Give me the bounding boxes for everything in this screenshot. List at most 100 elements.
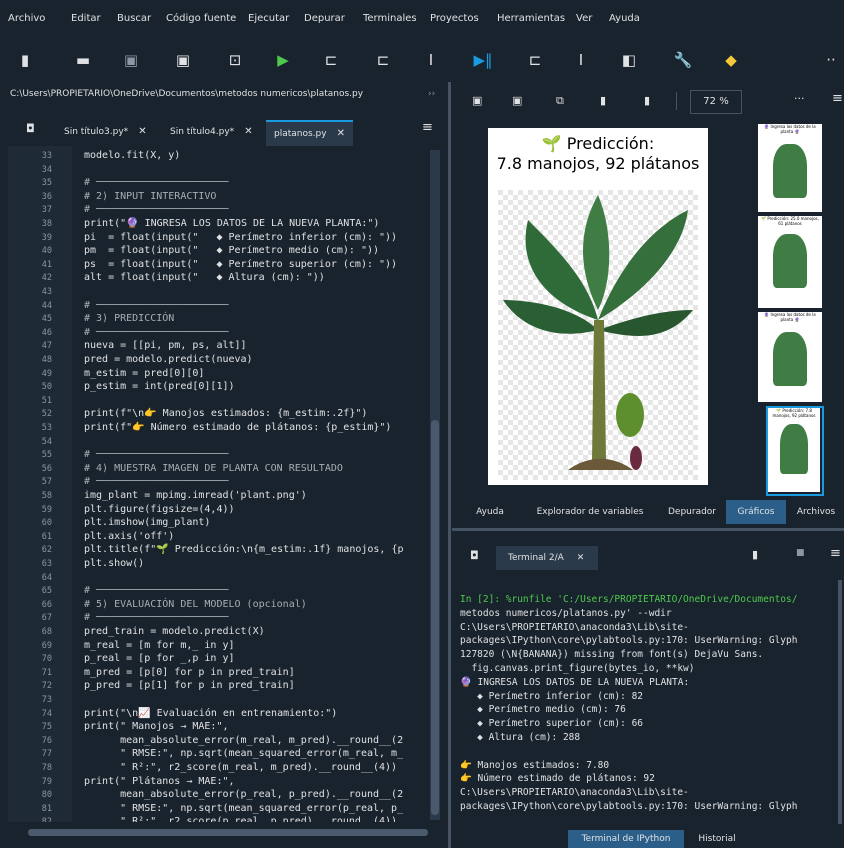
plot-thumbnail[interactable]: 🔮 Ingresa los datos de la planta 🔮 bbox=[758, 124, 822, 212]
line-number: 67 bbox=[41, 613, 52, 624]
file-switcher-icon[interactable]: ◘ bbox=[26, 122, 35, 135]
line-number: 63 bbox=[41, 559, 52, 569]
code-line: # ────────────────────── bbox=[84, 585, 229, 597]
tab-graficos[interactable]: Gráficos bbox=[726, 500, 786, 524]
save-plot-icon[interactable]: ▣ bbox=[472, 94, 482, 107]
run-selection-icon[interactable]: I bbox=[418, 40, 444, 80]
tab-historial[interactable]: Historial bbox=[686, 830, 748, 848]
line-number: 75 bbox=[41, 722, 52, 733]
more-icon[interactable]: ·· bbox=[818, 40, 844, 80]
tab-terminal[interactable]: Terminal 2/A ✕ bbox=[496, 546, 598, 570]
plots-menu-icon[interactable]: ≡ bbox=[832, 91, 843, 106]
pane-splitter[interactable] bbox=[448, 82, 451, 848]
line-number: 68 bbox=[41, 627, 52, 637]
code-line: plt.figure(figsize=(4,4)) bbox=[84, 503, 235, 515]
code-line: " R²:", r2_score(m_real, m_pred).__round… bbox=[84, 762, 398, 773]
new-file-icon[interactable]: ▮ bbox=[12, 40, 38, 80]
more-icon[interactable]: ··· bbox=[794, 92, 805, 105]
tab-ayuda[interactable]: Ayuda bbox=[462, 500, 518, 524]
debug-selection-icon[interactable]: I bbox=[568, 40, 594, 80]
save-all-icon[interactable]: ▣ bbox=[170, 40, 196, 80]
tab-label: Sin título3.py* bbox=[64, 127, 129, 137]
new-cell-icon[interactable]: ⊡ bbox=[222, 40, 248, 80]
close-icon[interactable]: ✕ bbox=[577, 553, 585, 563]
tab-sin-titulo4[interactable]: Sin título4.py* ✕ bbox=[162, 120, 261, 144]
code-line: mean_absolute_error(m_real, m_pred).__ro… bbox=[84, 734, 404, 746]
console-switcher-icon[interactable]: ◘ bbox=[470, 549, 479, 562]
menu-proyectos[interactable]: Proyectos bbox=[430, 13, 479, 24]
ipython-console[interactable]: In [2]: %runfile 'C:/Users/PROPIETARIO/O… bbox=[458, 580, 836, 824]
python-path-icon[interactable]: ◆ bbox=[718, 40, 744, 80]
menu-archivo[interactable]: Archivo bbox=[8, 13, 45, 24]
line-number: 33 bbox=[41, 151, 52, 161]
menu-ayuda[interactable]: Ayuda bbox=[609, 13, 640, 24]
tab-depurador[interactable]: Depurador bbox=[660, 500, 724, 524]
thumbnail-plant bbox=[773, 234, 807, 288]
close-icon[interactable]: ✕ bbox=[138, 126, 146, 137]
zoom-field[interactable]: 72 % bbox=[690, 90, 742, 114]
close-icon[interactable]: ✕ bbox=[337, 128, 345, 139]
menu-codigo-fuente[interactable]: Código fuente bbox=[166, 13, 236, 24]
code-line: print(f"\n👉 Manojos estimados: {m_estim:… bbox=[84, 408, 368, 420]
code-line: # 5) EVALUACIÓN DEL MODELO (opcional) bbox=[84, 598, 307, 610]
plot-thumbnail[interactable]: 🌱 Predicción: 25.0 manojos, 61 plátanos bbox=[758, 216, 822, 308]
console-line: packages\IPython\core\pylabtools.py:170:… bbox=[460, 801, 798, 812]
console-line: ◆ Perímetro inferior (cm): 82 bbox=[460, 690, 644, 702]
menu-buscar[interactable]: Buscar bbox=[117, 13, 151, 24]
console-scrollbar[interactable] bbox=[838, 580, 842, 824]
line-number: 80 bbox=[41, 790, 52, 801]
code-line: # ────────────────────── bbox=[84, 476, 229, 488]
line-number: 51 bbox=[41, 395, 52, 406]
preferences-icon[interactable]: 🔧 bbox=[670, 40, 696, 80]
path-overflow-icon[interactable]: ›› bbox=[428, 82, 435, 106]
menu-ejecutar[interactable]: Ejecutar bbox=[248, 13, 289, 24]
line-number: 74 bbox=[41, 708, 52, 719]
menu-depurar[interactable]: Depurar bbox=[304, 13, 345, 24]
tab-archivos[interactable]: Archivos bbox=[788, 500, 844, 524]
menu-editar[interactable]: Editar bbox=[71, 13, 101, 24]
stop-icon[interactable]: ■ bbox=[796, 548, 805, 558]
save-all-plots-icon[interactable]: ▣ bbox=[512, 94, 522, 107]
tab-terminal-ipython[interactable]: Terminal de IPython bbox=[568, 830, 684, 848]
open-folder-icon[interactable]: ▬ bbox=[70, 40, 96, 80]
maximize-pane-icon[interactable]: ◧ bbox=[616, 40, 642, 80]
menu-herramientas[interactable]: Herramientas bbox=[497, 13, 565, 24]
banana-plant-image bbox=[498, 190, 698, 480]
debug-icon[interactable]: ▶‖ bbox=[470, 40, 496, 80]
line-number: 58 bbox=[41, 491, 52, 501]
plot-thumbnail[interactable]: 🔮 Ingresa los datos de la planta 🔮 bbox=[758, 312, 822, 402]
debug-cell-icon[interactable]: ⊏ bbox=[522, 40, 548, 80]
code-line: pred = modelo.predict(nueva) bbox=[84, 354, 253, 365]
line-number-gutter: 33 34 35 36 37 38 39 40 41 42 43 44 45 46 47 48 49 50 51 52… bbox=[8, 146, 72, 822]
run-cell-advance-icon[interactable]: ⊏ bbox=[370, 40, 396, 80]
code-line: ps = float(input(" ◆ Perímetro superior … bbox=[84, 258, 398, 270]
console-menu-icon[interactable]: ≡ bbox=[830, 546, 841, 561]
run-icon[interactable]: ▶ bbox=[270, 40, 296, 80]
tab-explorador-de-variables[interactable]: Explorador de variables bbox=[522, 500, 658, 524]
menu-terminales[interactable]: Terminales bbox=[363, 13, 417, 24]
tab-sin-titulo3[interactable]: Sin título3.py* ✕ bbox=[56, 120, 155, 144]
code-line: pi = float(input(" ◆ Perímetro inferior … bbox=[84, 231, 398, 243]
editor-menu-icon[interactable]: ≡ bbox=[422, 120, 433, 135]
line-number: 81 bbox=[41, 803, 52, 814]
remove-plot-icon[interactable]: ▮ bbox=[600, 94, 606, 107]
editor-scroll-thumb[interactable] bbox=[431, 420, 439, 815]
line-number: 59 bbox=[41, 504, 52, 515]
code-editor[interactable]: 33 34 35 36 37 38 39 40 41 42 43 44 45 46 47 48 49 50 51 52… bbox=[8, 146, 444, 822]
menu-ver[interactable]: Ver bbox=[576, 13, 592, 24]
code-line: plt.show() bbox=[84, 558, 145, 569]
copy-plot-icon[interactable]: ⧉ bbox=[556, 94, 564, 108]
remove-all-plots-icon[interactable]: ▮ bbox=[644, 94, 650, 107]
editor-hscroll-thumb[interactable] bbox=[28, 829, 428, 836]
console-line: C:\Users\PROPIETARIO\anaconda3\Lib\site- bbox=[460, 787, 689, 799]
save-icon[interactable]: ▣ bbox=[118, 40, 144, 80]
menu-bar: Archivo Editar Buscar Código fuente Ejec… bbox=[0, 0, 844, 40]
code-line: pm = float(input(" ◆ Perímetro medio (cm… bbox=[84, 245, 380, 257]
tab-platanos[interactable]: platanos.py ✕ bbox=[266, 120, 353, 146]
close-icon[interactable]: ✕ bbox=[244, 126, 252, 137]
pane-splitter-horizontal[interactable] bbox=[452, 528, 844, 531]
remove-console-icon[interactable]: ▮ bbox=[752, 548, 758, 561]
line-number: 40 bbox=[41, 246, 52, 257]
thumbnail-selection bbox=[766, 406, 824, 496]
run-cell-icon[interactable]: ⊏ bbox=[318, 40, 344, 80]
